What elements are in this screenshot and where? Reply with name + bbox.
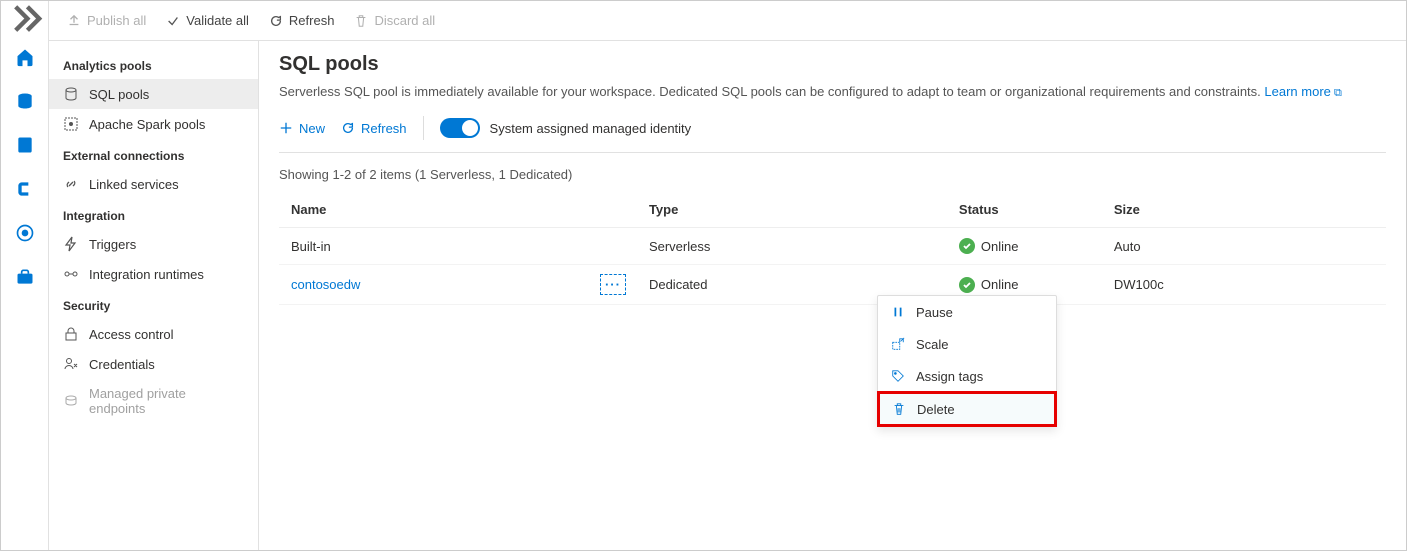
rail-develop-icon[interactable] — [7, 127, 43, 163]
col-status: Status — [947, 192, 1102, 228]
sidebar-item-triggers[interactable]: Triggers — [49, 229, 258, 259]
rail-monitor-icon[interactable] — [7, 215, 43, 251]
sidebar-item-integration-runtimes[interactable]: Integration runtimes — [49, 259, 258, 289]
context-menu-label: Pause — [916, 305, 953, 320]
sidebar-item-label: Integration runtimes — [89, 267, 204, 282]
sidebar-group-header: External connections — [49, 139, 258, 169]
discard-all-button[interactable]: Discard all — [344, 9, 445, 32]
pool-name: Built-in — [291, 239, 331, 254]
rail-manage-icon[interactable] — [7, 259, 43, 295]
context-menu-label: Scale — [916, 337, 949, 352]
action-divider — [423, 116, 424, 140]
pool-type: Serverless — [637, 228, 947, 265]
runtime-icon — [63, 266, 79, 282]
pools-table: Name Type Status Size Built-in Serverless… — [279, 192, 1386, 305]
rail-home-icon[interactable] — [7, 39, 43, 75]
linked-services-icon — [63, 176, 79, 192]
new-button[interactable]: New — [279, 121, 325, 136]
content-area: SQL pools Serverless SQL pool is immedia… — [259, 41, 1406, 550]
sidebar-item-label: Credentials — [89, 357, 155, 372]
status-ok-icon — [959, 277, 975, 293]
pool-name[interactable]: contosoedw — [291, 277, 360, 292]
context-menu-delete[interactable]: Delete — [878, 392, 1056, 426]
publish-all-label: Publish all — [87, 13, 146, 28]
sidebar-group-header: Security — [49, 289, 258, 319]
sidebar-item-label: Managed private endpoints — [89, 386, 244, 416]
pause-icon — [890, 304, 906, 320]
tag-icon — [890, 368, 906, 384]
content-refresh-button[interactable]: Refresh — [341, 121, 407, 136]
toggle-label: System assigned managed identity — [490, 121, 692, 136]
learn-more-link[interactable]: Learn more — [1264, 84, 1341, 99]
sidebar-item-apache-spark-pools[interactable]: Apache Spark pools — [49, 109, 258, 139]
publish-all-button[interactable]: Publish all — [57, 9, 156, 32]
item-count-text: Showing 1-2 of 2 items (1 Serverless, 1 … — [279, 167, 1386, 182]
toggle-switch-icon[interactable] — [440, 118, 480, 138]
sql-pool-icon — [63, 86, 79, 102]
sidebar-item-label: SQL pools — [89, 87, 149, 102]
pool-status: Online — [959, 277, 1019, 293]
col-type: Type — [637, 192, 947, 228]
scale-icon — [890, 336, 906, 352]
discard-all-label: Discard all — [374, 13, 435, 28]
context-menu-assign-tags[interactable]: Assign tags — [878, 360, 1056, 392]
identity-toggle[interactable]: System assigned managed identity — [440, 118, 692, 138]
sidebar-group-header: Integration — [49, 199, 258, 229]
col-size: Size — [1102, 192, 1386, 228]
spark-pool-icon — [63, 116, 79, 132]
sidebar-item-label: Access control — [89, 327, 174, 342]
top-toolbar: Publish all Validate all Refresh Discard… — [49, 1, 1406, 41]
table-row: Built-in Serverless Online Auto — [279, 228, 1386, 265]
sidebar-item-access-control[interactable]: Access control — [49, 319, 258, 349]
row-more-button[interactable]: ··· — [601, 275, 625, 294]
pool-size: Auto — [1102, 228, 1386, 265]
rail-data-icon[interactable] — [7, 83, 43, 119]
delete-icon — [891, 401, 907, 417]
sidebar-item-sql-pools[interactable]: SQL pools — [49, 79, 258, 109]
status-ok-icon — [959, 238, 975, 254]
row-context-menu: Pause Scale Assign tags Delete — [877, 295, 1057, 427]
icon-rail — [1, 1, 49, 550]
page-description: Serverless SQL pool is immediately avail… — [279, 84, 1386, 100]
context-menu-scale[interactable]: Scale — [878, 328, 1056, 360]
access-control-icon — [63, 326, 79, 342]
private-endpoints-icon — [63, 393, 79, 409]
col-name: Name — [279, 192, 589, 228]
sidebar-group-header: Analytics pools — [49, 49, 258, 79]
context-menu-label: Assign tags — [916, 369, 983, 384]
rail-integrate-icon[interactable] — [7, 171, 43, 207]
sidebar-item-label: Triggers — [89, 237, 136, 252]
pool-size: DW100c — [1102, 265, 1386, 305]
toolbar-refresh-label: Refresh — [289, 13, 335, 28]
page-actions: New Refresh System assigned managed iden… — [279, 116, 1386, 153]
context-menu-label: Delete — [917, 402, 955, 417]
new-label: New — [299, 121, 325, 136]
validate-all-label: Validate all — [186, 13, 249, 28]
trigger-icon — [63, 236, 79, 252]
page-title: SQL pools — [279, 53, 1386, 76]
sidebar-item-managed-private-endpoints: Managed private endpoints — [49, 379, 258, 423]
content-refresh-label: Refresh — [361, 121, 407, 136]
sidebar: Analytics pools SQL pools Apache Spark poo… — [49, 41, 259, 550]
sidebar-item-label: Apache Spark pools — [89, 117, 205, 132]
validate-all-button[interactable]: Validate all — [156, 9, 259, 32]
pool-status: Online — [959, 238, 1019, 254]
sidebar-item-credentials[interactable]: Credentials — [49, 349, 258, 379]
toolbar-refresh-button[interactable]: Refresh — [259, 9, 345, 32]
sidebar-item-linked-services[interactable]: Linked services — [49, 169, 258, 199]
context-menu-pause[interactable]: Pause — [878, 296, 1056, 328]
table-row: contosoedw···DedicatedOnlineDW100c — [279, 265, 1386, 305]
credentials-icon — [63, 356, 79, 372]
sidebar-item-label: Linked services — [89, 177, 179, 192]
expand-rail-button[interactable] — [1, 7, 48, 35]
